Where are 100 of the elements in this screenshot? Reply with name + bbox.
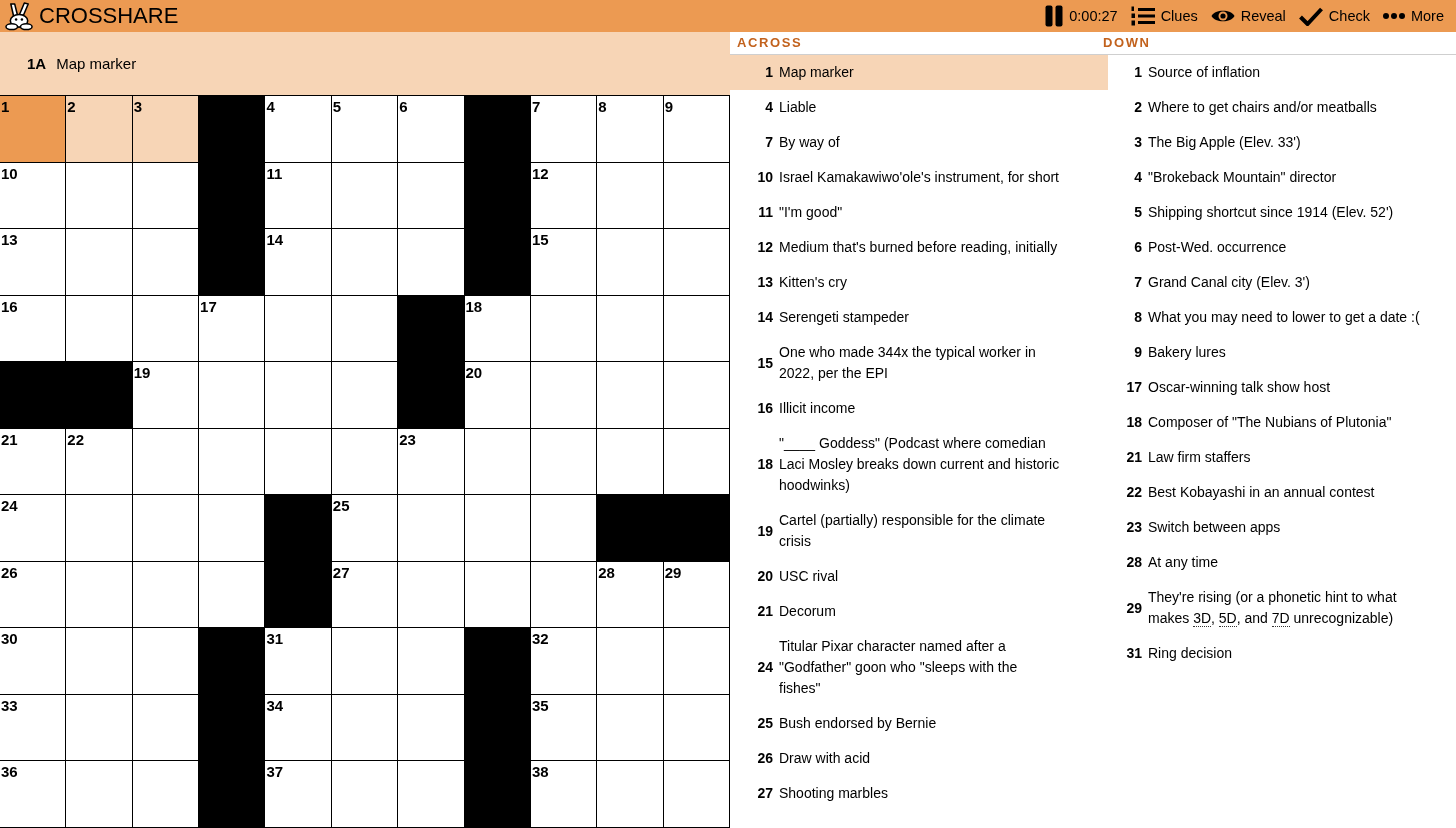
grid-cell[interactable] bbox=[398, 561, 465, 629]
clue-item[interactable]: 8 What you may need to lower to get a date :( bbox=[1108, 300, 1456, 335]
clue-item[interactable]: 19 Cartel (partially) responsible for the climate crisis bbox=[730, 503, 1108, 559]
grid-cell[interactable] bbox=[464, 495, 531, 562]
grid-cell[interactable] bbox=[398, 162, 465, 230]
grid-cell[interactable] bbox=[597, 694, 664, 762]
grid-cell[interactable] bbox=[663, 694, 730, 762]
clues-button[interactable]: Clues bbox=[1130, 6, 1198, 26]
grid-cell[interactable]: 37 bbox=[265, 761, 332, 828]
grid-cell[interactable]: 5 bbox=[331, 96, 399, 163]
grid-cell[interactable] bbox=[132, 761, 200, 828]
grid-cell[interactable] bbox=[66, 229, 133, 296]
grid-cell[interactable]: 19 bbox=[132, 362, 200, 429]
grid-cell[interactable] bbox=[132, 428, 200, 496]
grid-cell[interactable]: 18 bbox=[464, 295, 531, 363]
grid-cell[interactable]: 21 bbox=[0, 428, 67, 496]
grid-cell[interactable] bbox=[66, 628, 133, 695]
grid-cell[interactable] bbox=[530, 428, 598, 496]
grid-cell[interactable] bbox=[66, 761, 133, 828]
grid-cell[interactable] bbox=[530, 561, 598, 629]
grid-cell[interactable] bbox=[464, 428, 531, 496]
grid-cell[interactable]: 25 bbox=[331, 495, 399, 562]
grid-cell[interactable]: 1 bbox=[0, 96, 67, 163]
grid-cell[interactable] bbox=[66, 561, 133, 629]
grid-cell[interactable] bbox=[398, 761, 465, 828]
grid-cell[interactable] bbox=[132, 295, 200, 363]
grid-cell[interactable]: 15 bbox=[530, 229, 598, 296]
grid-cell[interactable] bbox=[265, 362, 332, 429]
grid-cell[interactable] bbox=[331, 362, 399, 429]
grid-cell[interactable] bbox=[66, 694, 133, 762]
grid-cell[interactable]: 35 bbox=[530, 694, 598, 762]
grid-cell[interactable]: 36 bbox=[0, 761, 67, 828]
app-name[interactable]: CROSSHARE bbox=[39, 3, 179, 29]
grid-cell[interactable] bbox=[331, 295, 399, 363]
grid-cell[interactable] bbox=[199, 428, 266, 496]
grid-cell[interactable] bbox=[464, 561, 531, 629]
grid-cell[interactable]: 34 bbox=[265, 694, 332, 762]
grid-cell[interactable] bbox=[398, 694, 465, 762]
grid-cell[interactable] bbox=[132, 162, 200, 230]
grid-cell[interactable]: 12 bbox=[530, 162, 598, 230]
clue-item[interactable]: 31 Ring decision bbox=[1108, 636, 1456, 671]
rabbit-logo-icon[interactable] bbox=[4, 1, 35, 31]
grid-cell[interactable]: 3 bbox=[132, 96, 200, 163]
clue-item[interactable]: 21 Law firm staffers bbox=[1108, 440, 1456, 475]
grid-cell[interactable] bbox=[199, 561, 266, 629]
clue-item[interactable]: 1 Source of inflation bbox=[1108, 55, 1456, 90]
clue-reference-link[interactable]: 5D bbox=[1218, 610, 1237, 627]
clue-item[interactable]: 3 The Big Apple (Elev. 33') bbox=[1108, 125, 1456, 160]
grid-cell[interactable] bbox=[663, 362, 730, 429]
grid-cell[interactable]: 31 bbox=[265, 628, 332, 695]
clue-item[interactable]: 28 At any time bbox=[1108, 545, 1456, 580]
grid-cell[interactable] bbox=[663, 761, 730, 828]
grid-cell[interactable] bbox=[199, 495, 266, 562]
grid-cell[interactable]: 38 bbox=[530, 761, 598, 828]
clue-item[interactable]: 16 Illicit income bbox=[730, 391, 1108, 426]
grid-cell[interactable] bbox=[597, 295, 664, 363]
grid-cell[interactable] bbox=[530, 362, 598, 429]
clue-item[interactable]: 4 Liable bbox=[730, 90, 1108, 125]
clue-item[interactable]: 4 "Brokeback Mountain" director bbox=[1108, 160, 1456, 195]
grid-cell[interactable] bbox=[132, 495, 200, 562]
clue-item[interactable]: 9 Bakery lures bbox=[1108, 335, 1456, 370]
grid-cell[interactable] bbox=[597, 162, 664, 230]
grid-cell[interactable] bbox=[66, 495, 133, 562]
clue-item[interactable]: 20 USC rival bbox=[730, 559, 1108, 594]
clue-item[interactable]: 29 They're rising (or a phonetic hint to what makes 3D, 5D, and 7D unrecognizable) bbox=[1108, 580, 1456, 636]
reveal-button[interactable]: Reveal bbox=[1210, 6, 1286, 26]
grid-cell[interactable] bbox=[663, 628, 730, 695]
grid-cell[interactable] bbox=[331, 428, 399, 496]
grid-cell[interactable]: 27 bbox=[331, 561, 399, 629]
clue-item[interactable]: 1 Map marker bbox=[730, 55, 1108, 90]
clue-item[interactable]: 14 Serengeti stampeder bbox=[730, 300, 1108, 335]
grid-cell[interactable] bbox=[597, 761, 664, 828]
clue-item[interactable]: 24 Titular Pixar character named after a "Godfather" goon who "sleeps with the fishes" bbox=[730, 629, 1108, 706]
grid-cell[interactable]: 29 bbox=[663, 561, 730, 629]
clue-item[interactable]: 23 Switch between apps bbox=[1108, 510, 1456, 545]
grid-cell[interactable] bbox=[331, 694, 399, 762]
clue-item[interactable]: 11 "I'm good" bbox=[730, 195, 1108, 230]
grid-cell[interactable] bbox=[265, 428, 332, 496]
clue-item[interactable]: 7 Grand Canal city (Elev. 3') bbox=[1108, 265, 1456, 300]
grid-cell[interactable] bbox=[597, 428, 664, 496]
grid-cell[interactable] bbox=[331, 229, 399, 296]
grid-cell[interactable] bbox=[331, 761, 399, 828]
grid-cell[interactable] bbox=[663, 295, 730, 363]
grid-cell[interactable]: 8 bbox=[597, 96, 664, 163]
grid-cell[interactable] bbox=[663, 162, 730, 230]
clue-item[interactable]: 2 Where to get chairs and/or meatballs bbox=[1108, 90, 1456, 125]
grid-cell[interactable] bbox=[530, 295, 598, 363]
clue-item[interactable]: 27 Shooting marbles bbox=[730, 776, 1108, 811]
clue-item[interactable]: 18 "____ Goddess" (Podcast where comedian Laci Mosley breaks down current and historic hoodwinks) bbox=[730, 426, 1108, 503]
grid-cell[interactable] bbox=[132, 561, 200, 629]
clue-item[interactable]: 5 Shipping shortcut since 1914 (Elev. 52') bbox=[1108, 195, 1456, 230]
grid-cell[interactable]: 24 bbox=[0, 495, 67, 562]
clue-item[interactable]: 21 Decorum bbox=[730, 594, 1108, 629]
grid-cell[interactable]: 2 bbox=[66, 96, 133, 163]
grid-cell[interactable]: 32 bbox=[530, 628, 598, 695]
clue-item[interactable]: 10 Israel Kamakawiwo'ole's instrument, for short bbox=[730, 160, 1108, 195]
grid-cell[interactable] bbox=[265, 295, 332, 363]
grid-cell[interactable]: 33 bbox=[0, 694, 67, 762]
clue-item[interactable]: 13 Kitten's cry bbox=[730, 265, 1108, 300]
grid-cell[interactable]: 26 bbox=[0, 561, 67, 629]
